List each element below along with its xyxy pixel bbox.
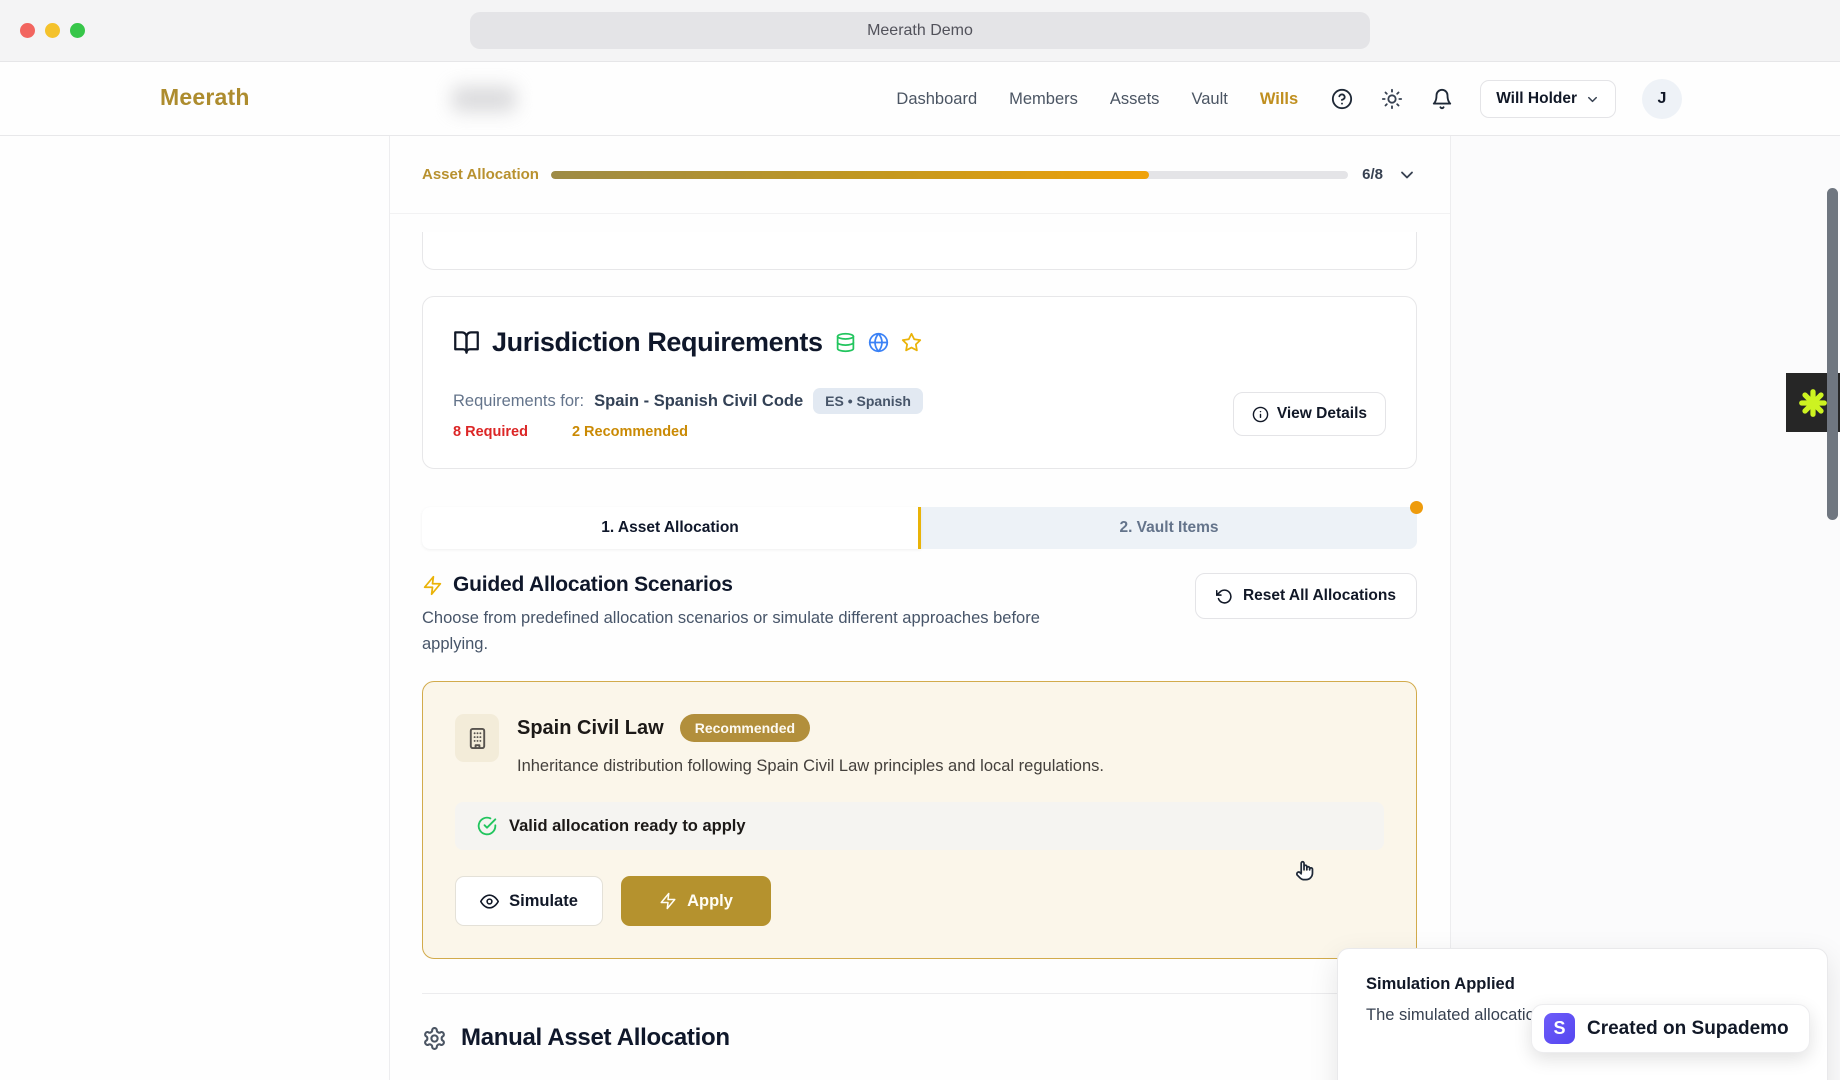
zap-icon	[423, 575, 442, 595]
progress-count: 6/8	[1362, 166, 1383, 183]
scenario-description: Inheritance distribution following Spain…	[517, 757, 1104, 776]
supademo-logo: S	[1544, 1013, 1575, 1044]
eye-icon	[480, 894, 500, 909]
requirements-label: Requirements for:	[453, 391, 585, 410]
close-window-button[interactable]	[20, 23, 35, 38]
simulate-button[interactable]: Simulate	[455, 876, 603, 927]
asterisk-icon	[1799, 388, 1827, 417]
tab-asset-allocation[interactable]: 1. Asset Allocation	[422, 507, 921, 549]
help-icon[interactable]	[1330, 87, 1354, 111]
scrollbar-thumb[interactable]	[1827, 188, 1838, 520]
nav-dashboard[interactable]: Dashboard	[896, 90, 977, 109]
apply-button[interactable]: Apply	[621, 876, 771, 927]
gear-icon	[424, 1026, 445, 1050]
screen: Meerath Demo Meerath Dashboard Members A…	[0, 0, 1840, 1080]
star-icon[interactable]	[901, 332, 922, 353]
window-title: Meerath Demo	[470, 12, 1370, 49]
main-nav: Dashboard Members Assets Vault Wills	[896, 90, 1298, 109]
globe-icon	[868, 332, 888, 353]
jurisdiction-card: Jurisdiction Requirements Requirements f…	[422, 296, 1417, 469]
guided-section-header: Guided Allocation Scenarios Choose from …	[422, 573, 1417, 657]
view-details-label: View Details	[1276, 405, 1367, 422]
scenario-status-text: Valid allocation ready to apply	[509, 816, 746, 835]
view-details-button[interactable]: View Details	[1232, 392, 1386, 436]
progress-track	[550, 170, 1349, 179]
bell-icon[interactable]	[1430, 87, 1454, 111]
app-logo[interactable]: Meerath	[160, 84, 250, 111]
progress-fill	[550, 170, 1149, 179]
database-icon	[836, 332, 854, 353]
manual-title: Manual Asset Allocation	[461, 1024, 730, 1052]
manual-section-header: Manual Asset Allocation	[422, 1024, 1417, 1052]
role-selector-label: Will Holder	[1496, 90, 1577, 107]
requirements-value: Spain - Spanish Civil Code	[594, 391, 804, 410]
guided-description: Choose from predefined allocation scenar…	[422, 609, 1040, 653]
left-gutter	[0, 136, 390, 1080]
main-panel: Asset Allocation 6/8 Jurisdiction Requir…	[390, 136, 1450, 1080]
blurred-text	[452, 86, 516, 112]
chevron-down-icon	[1588, 96, 1597, 102]
required-count: 8 Required	[453, 424, 528, 440]
zap-icon	[660, 892, 676, 910]
info-icon	[1252, 406, 1269, 422]
notification-dot	[1410, 501, 1423, 514]
window-controls	[20, 23, 85, 38]
app-header: Meerath Dashboard Members Assets Vault W…	[0, 62, 1840, 136]
supademo-badge[interactable]: S Created on Supademo	[1531, 1004, 1810, 1053]
nav-assets[interactable]: Assets	[1110, 90, 1160, 109]
window-titlebar: Meerath Demo	[0, 0, 1840, 62]
scenario-title: Spain Civil Law	[517, 716, 664, 739]
right-gutter	[1450, 136, 1840, 1080]
toast-title: Simulation Applied	[1366, 975, 1515, 993]
zoom-window-button[interactable]	[70, 23, 85, 38]
tab-vault-items[interactable]: 2. Vault Items	[921, 507, 1417, 549]
step-tabs: 1. Asset Allocation 2. Vault Items	[422, 501, 1423, 549]
simulate-label: Simulate	[509, 891, 578, 910]
supademo-label: Created on Supademo	[1587, 1017, 1789, 1039]
apply-label: Apply	[687, 891, 733, 910]
nav-vault[interactable]: Vault	[1191, 90, 1227, 109]
guided-title: Guided Allocation Scenarios	[453, 573, 733, 596]
rotate-ccw-icon	[1215, 588, 1232, 604]
reset-all-allocations-button[interactable]: Reset All Allocations	[1194, 573, 1417, 619]
minimize-window-button[interactable]	[45, 23, 60, 38]
previous-card-bottom	[422, 232, 1417, 270]
check-circle-icon	[477, 816, 497, 836]
role-selector-button[interactable]: Will Holder	[1480, 80, 1616, 118]
nav-members[interactable]: Members	[1009, 90, 1078, 109]
progress-row: Asset Allocation 6/8	[390, 136, 1450, 214]
recommended-badge: Recommended	[679, 714, 811, 743]
scenario-card[interactable]: Spain Civil Law Recommended Inheritance …	[422, 681, 1417, 960]
progress-label: Asset Allocation	[422, 166, 539, 183]
theme-toggle-sun-icon[interactable]	[1380, 87, 1404, 111]
collapse-chevron-icon[interactable]	[1397, 165, 1417, 185]
reset-all-allocations-label: Reset All Allocations	[1242, 587, 1396, 604]
jurisdiction-title: Jurisdiction Requirements	[492, 327, 823, 357]
nav-wills[interactable]: Wills	[1260, 90, 1298, 109]
building-icon	[455, 714, 499, 763]
recommended-count: 2 Recommended	[571, 424, 688, 440]
book-open-icon	[454, 331, 479, 354]
scenario-status: Valid allocation ready to apply	[455, 802, 1384, 851]
avatar[interactable]: J	[1642, 79, 1682, 119]
locale-badge: ES • Spanish	[813, 388, 923, 414]
section-divider	[422, 993, 1417, 995]
